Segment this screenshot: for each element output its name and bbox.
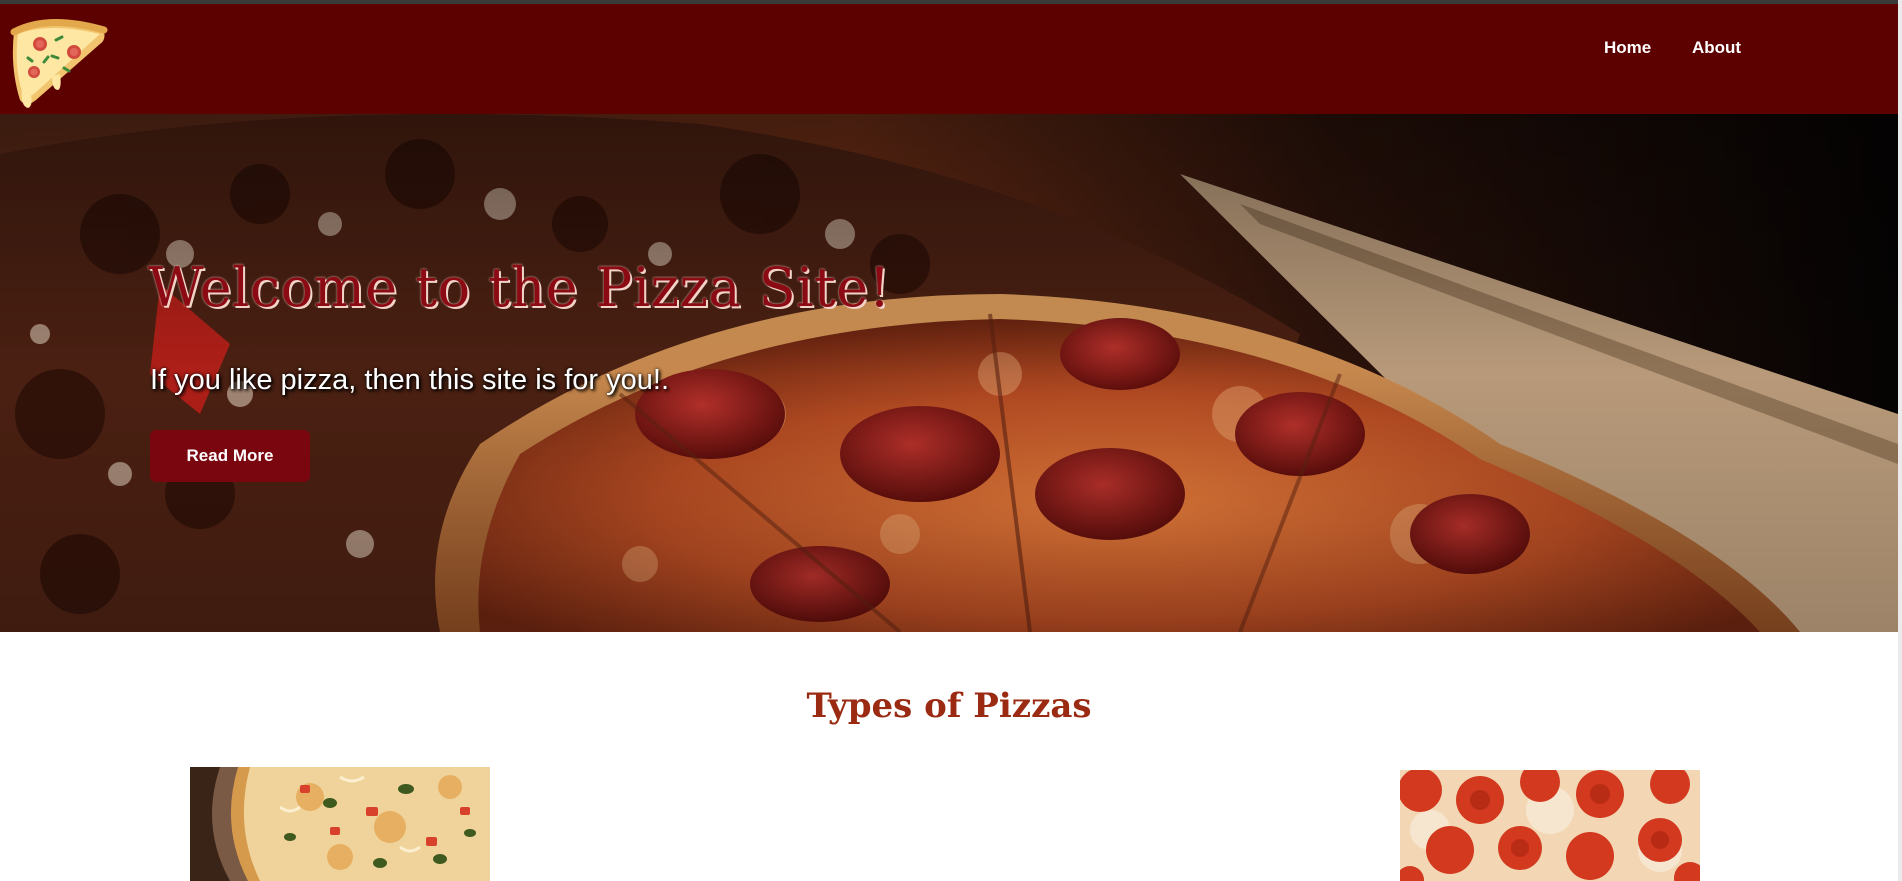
pepperoni-pizza-image[interactable] bbox=[1400, 770, 1700, 881]
types-of-pizzas-heading: Types of Pizzas bbox=[806, 686, 1092, 726]
hero-banner: Welcome to the Pizza Site! If you like p… bbox=[0, 114, 1898, 632]
page: Home About Welcome to the Pizza Site! If… bbox=[0, 0, 1902, 881]
veggie-pizza-image[interactable] bbox=[190, 767, 490, 881]
hero-title: Welcome to the Pizza Site! bbox=[148, 256, 891, 319]
scrollbar-track[interactable] bbox=[1898, 0, 1902, 881]
navbar: Home About bbox=[0, 4, 1898, 114]
hero-subtitle: If you like pizza, then this site is for… bbox=[150, 364, 670, 396]
nav-link-home[interactable]: Home bbox=[1604, 38, 1651, 58]
nav-link-about[interactable]: About bbox=[1692, 38, 1741, 58]
read-more-button[interactable]: Read More bbox=[150, 430, 310, 482]
pizza-slice-icon[interactable] bbox=[8, 18, 108, 110]
